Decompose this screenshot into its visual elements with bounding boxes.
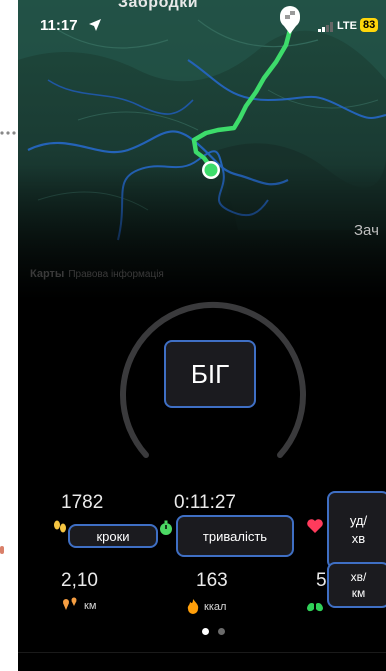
bottom-divider xyxy=(18,652,386,653)
steps-label: кроки xyxy=(68,524,158,548)
map-place-label-top: Забродки xyxy=(118,0,199,11)
stopwatch-icon xyxy=(160,520,172,535)
maps-legal-link[interactable]: Правова інформація xyxy=(68,269,164,280)
route-map[interactable] xyxy=(18,0,386,300)
pace-label-text: хв/ км xyxy=(350,570,367,600)
distance-value: 2,10 xyxy=(61,570,98,591)
steps-value: 1782 xyxy=(61,492,104,513)
activity-type-button[interactable]: БІГ xyxy=(164,340,256,408)
cellular-signal-icon xyxy=(318,22,333,32)
footprints-icon xyxy=(54,520,66,533)
status-bar: 11:17 LTE 83 xyxy=(18,0,386,40)
flame-icon xyxy=(187,599,199,614)
map-place-label-right: Зач xyxy=(354,222,379,239)
activity-type-label: БІГ xyxy=(190,358,230,389)
maps-attribution[interactable]: Карты Правова інформація xyxy=(30,268,164,280)
distance-unit: км xyxy=(84,600,97,612)
duration-label: тривалість xyxy=(176,515,294,557)
duration-value: 0:11:27 xyxy=(174,492,236,513)
calories-value: 163 xyxy=(196,570,228,591)
calories-unit: ккал xyxy=(204,601,227,613)
network-type: LTE xyxy=(337,20,357,32)
steps-label-text: кроки xyxy=(96,528,130,544)
location-arrow-icon xyxy=(89,19,101,31)
heart-rate-label-text: уд/ хв xyxy=(349,513,368,546)
edge-marker xyxy=(0,546,4,554)
duration-label-text: тривалість xyxy=(202,528,268,544)
phone-screen: 11:17 LTE 83 Забродки Зач Карты Правова і… xyxy=(18,0,386,671)
heart-icon xyxy=(307,519,323,533)
heart-rate-label: уд/ хв xyxy=(327,491,386,569)
maps-brand: Карты xyxy=(30,268,65,280)
lungs-icon xyxy=(307,599,323,612)
pace-label: хв/ км xyxy=(327,562,386,608)
page-dot-active[interactable] xyxy=(202,628,209,635)
dotted-edge-marker xyxy=(0,131,16,135)
status-time: 11:17 xyxy=(40,17,78,34)
battery-level: 83 xyxy=(360,18,379,32)
page-dot-inactive[interactable] xyxy=(218,628,225,635)
route-pin-icon xyxy=(63,597,77,610)
